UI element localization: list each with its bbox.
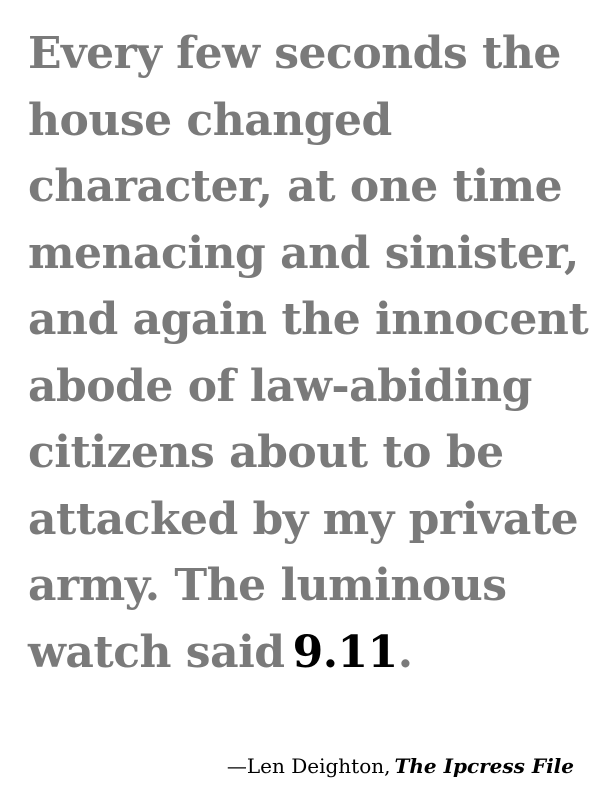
quote-line: attacked by my private	[28, 493, 579, 545]
quote-line: Every few seconds the	[28, 28, 561, 79]
quote-text: Every few seconds the house changed char…	[28, 21, 589, 687]
time-highlight: 9.11	[292, 626, 399, 678]
quote-line: character, at one time	[28, 161, 563, 212]
quote-end-punctuation: .	[397, 626, 413, 678]
quote-line-text: watch said	[28, 626, 285, 678]
book-title: The Ipcress File	[394, 754, 575, 778]
author-name: —Len Deighton,	[226, 754, 391, 778]
quote-line: house changed	[28, 94, 392, 146]
attribution: —Len Deighton, The Ipcress File	[227, 752, 574, 780]
quote-line: menacing and sinister,	[28, 227, 579, 279]
quote-line: army. The luminous	[28, 560, 507, 611]
quote-line: citizens about to be	[28, 427, 504, 478]
quote-line: and again the innocent	[28, 294, 589, 345]
quote-line: abode of law-abiding	[28, 360, 532, 412]
quote-last-line: watch said 9.11.	[28, 620, 588, 687]
